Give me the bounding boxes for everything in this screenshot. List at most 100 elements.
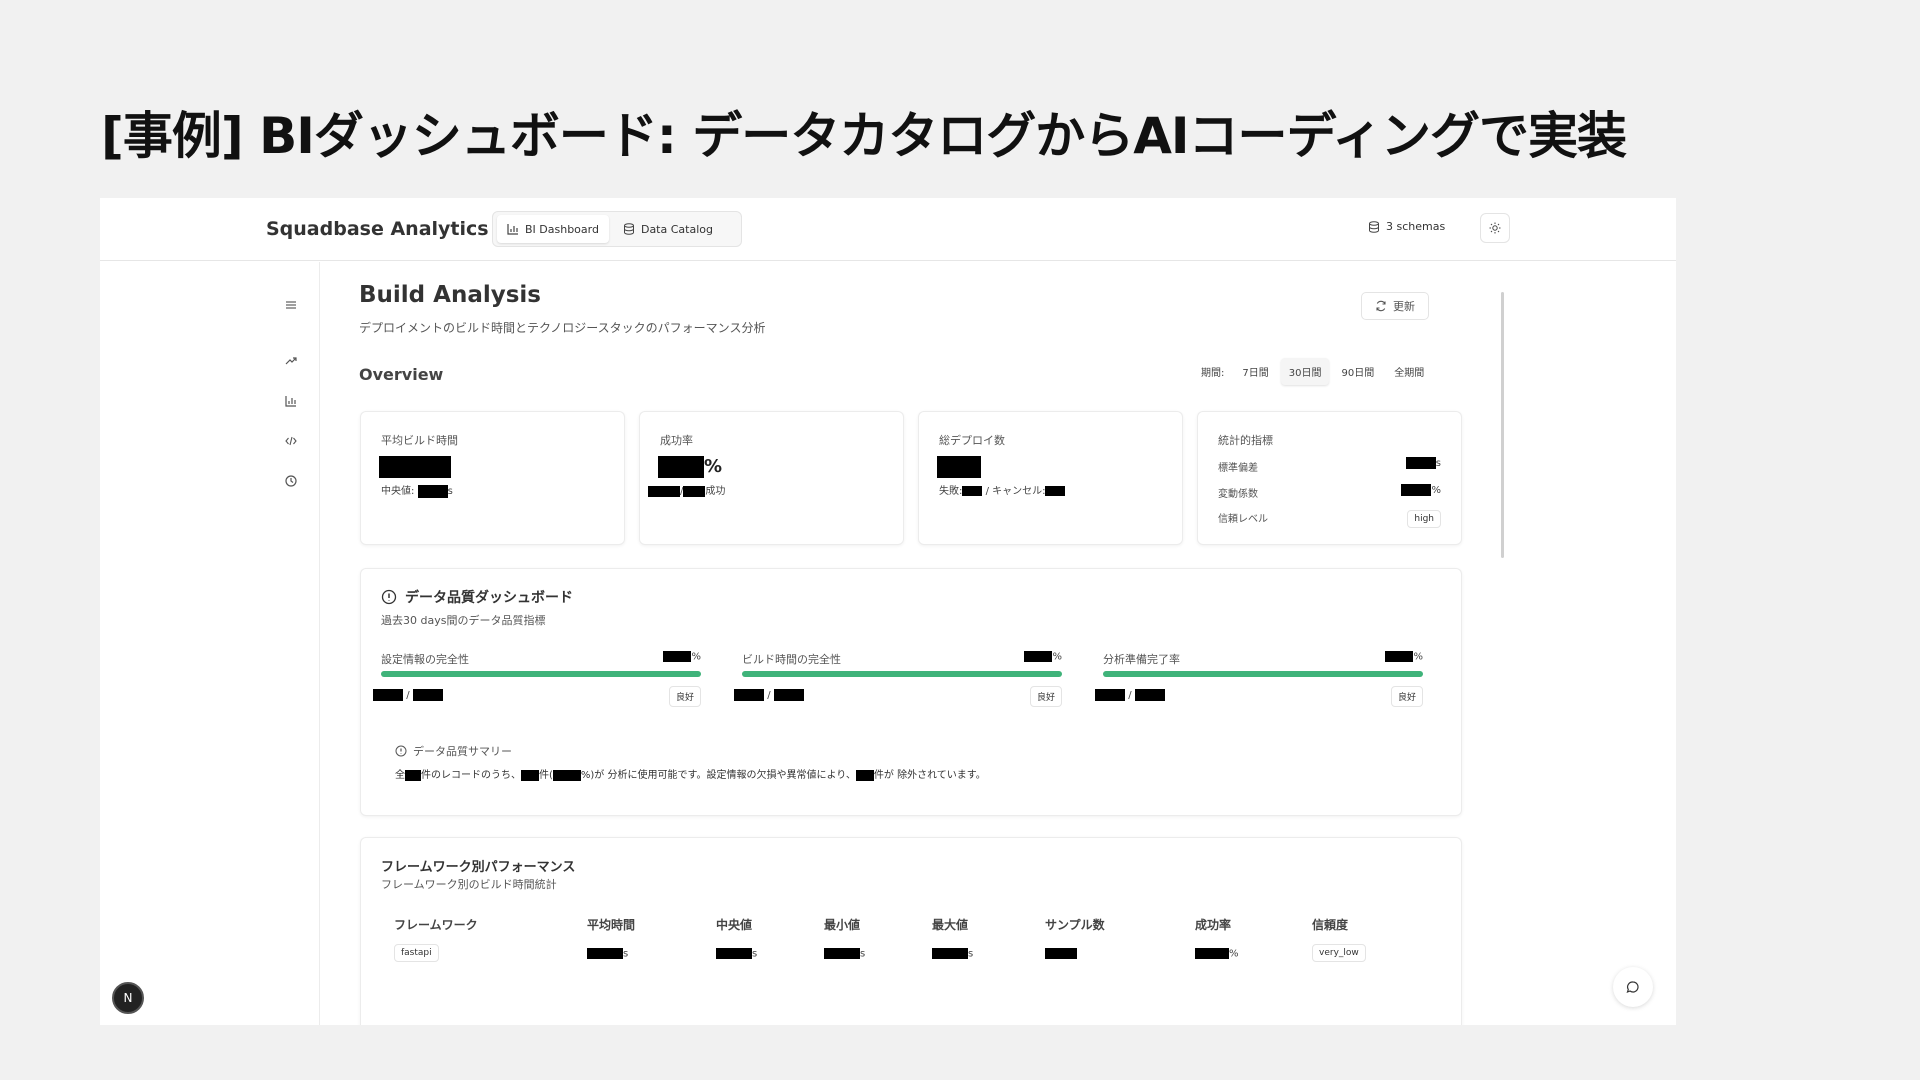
- stat-card-total-deploys: 総デプロイ数 失敗: / キャンセル:: [918, 411, 1183, 545]
- quality-metric-unit: %: [691, 651, 701, 663]
- redacted-value: [1405, 457, 1436, 469]
- dev-tools-badge[interactable]: N: [112, 982, 144, 1014]
- redacted-value: [1045, 486, 1066, 496]
- table-header[interactable]: 最小値: [824, 916, 860, 933]
- period-option-30d[interactable]: 30日間: [1280, 358, 1330, 385]
- data-quality-card: データ品質ダッシュボード 過去30 days間のデータ品質指標 設定情報の完全性…: [360, 568, 1462, 816]
- theme-toggle-button[interactable]: [1480, 213, 1510, 243]
- confidence-badge: high: [1407, 510, 1441, 528]
- quality-sep: /: [767, 690, 771, 701]
- cell-unit: %: [1229, 948, 1239, 960]
- redacted-value: [932, 948, 968, 959]
- redacted-value: [1385, 651, 1414, 662]
- cancel-label: / キャンセル:: [985, 486, 1046, 497]
- refresh-label: 更新: [1393, 300, 1415, 313]
- chat-button[interactable]: [1613, 967, 1653, 1007]
- cell-unit: s: [860, 948, 866, 960]
- schemas-label: 3 schemas: [1386, 220, 1446, 233]
- redacted-value: [587, 948, 623, 959]
- table-header[interactable]: 平均時間: [587, 916, 635, 933]
- period-selector: 期間: 7日間 30日間 90日間 全期間: [1201, 358, 1432, 385]
- framework-subtitle: フレームワーク別のビルド時間統計: [381, 878, 557, 891]
- stat-card-statistics: 統計的指標 標準偏差 s 変動係数 % 信頼レベル high: [1197, 411, 1462, 545]
- tab-data-catalog[interactable]: Data Catalog: [613, 215, 723, 243]
- metric-value-cv: %: [1401, 484, 1441, 496]
- stat-label: 統計的指標: [1218, 434, 1273, 447]
- redacted-value: [824, 948, 860, 959]
- main-tabs: BI Dashboard Data Catalog: [492, 211, 742, 247]
- quality-progress-bar: [742, 671, 1062, 677]
- quality-metric-build-time: ビルド時間の完全性 % / 良好: [734, 651, 1082, 711]
- quality-metric-unit: %: [1413, 651, 1423, 663]
- scrollbar[interactable]: [1501, 292, 1504, 558]
- stat-success-count: / 成功: [648, 482, 725, 497]
- redacted-value: [1401, 484, 1432, 496]
- redacted-value: [521, 769, 539, 781]
- summary-part: 全: [395, 770, 405, 781]
- metric-label-stddev: 標準偏差: [1218, 463, 1258, 474]
- database-icon: [1369, 220, 1379, 233]
- cell-unit: s: [752, 948, 758, 960]
- quality-subtitle: 過去30 days間のデータ品質指標: [381, 614, 546, 627]
- stat-card-success-rate: 成功率 % / 成功: [639, 411, 904, 545]
- redacted-value: [1024, 651, 1053, 662]
- redacted-value: [417, 484, 448, 498]
- period-label: 期間:: [1201, 368, 1225, 379]
- slide-title: [事例] BIダッシュボード: データカタログからAIコーディングで実装: [101, 107, 1627, 165]
- success-unit: %: [704, 456, 723, 477]
- schemas-indicator[interactable]: 3 schemas: [1368, 220, 1445, 233]
- quality-metric-config: 設定情報の完全性 % / 良好: [373, 651, 721, 711]
- redacted-value: [1134, 689, 1165, 701]
- quality-metric-value: %: [663, 651, 701, 663]
- period-option-90d[interactable]: 90日間: [1333, 358, 1382, 385]
- tab-bi-dashboard[interactable]: BI Dashboard: [497, 215, 609, 243]
- quality-metric-label: 設定情報の完全性: [381, 653, 469, 666]
- redacted-value: [773, 689, 804, 701]
- framework-title: フレームワーク別パフォーマンス: [381, 860, 576, 875]
- sidebar-item-trends[interactable]: [278, 348, 304, 374]
- summary-part: 件が 除外されています。: [873, 770, 986, 781]
- stat-value: [937, 456, 981, 478]
- tab-label: Data Catalog: [640, 222, 713, 236]
- stat-label: 総デプロイ数: [939, 434, 1005, 447]
- summary-part: 件(: [539, 770, 553, 781]
- sidebar-menu-button[interactable]: [278, 292, 304, 318]
- redacted-value: [855, 769, 874, 781]
- quality-metric-unit: %: [1052, 651, 1062, 663]
- redacted-value: [552, 769, 581, 781]
- top-bar: Squadbase Analytics BI Dashboard Data Ca…: [100, 198, 1676, 261]
- trending-up-icon: [285, 357, 297, 365]
- quality-sep: /: [406, 690, 410, 701]
- metric-label-cv: 変動係数: [1218, 489, 1258, 500]
- summary-part: 件のレコードのうち、: [421, 770, 521, 781]
- period-option-all[interactable]: 全期間: [1386, 358, 1432, 385]
- table-cell-framework: fastapi: [394, 944, 439, 962]
- redacted-value: [658, 456, 704, 478]
- stat-failures: 失敗: / キャンセル:: [939, 482, 1066, 497]
- summary-title-text: データ品質サマリー: [413, 745, 512, 758]
- table-header[interactable]: フレームワーク: [394, 916, 478, 933]
- table-header[interactable]: 中央値: [716, 916, 752, 933]
- redacted-value: [373, 689, 403, 701]
- period-option-7d[interactable]: 7日間: [1234, 358, 1276, 385]
- table-header[interactable]: 信頼度: [1312, 916, 1348, 933]
- table-header[interactable]: サンプル数: [1045, 916, 1105, 933]
- success-suffix: 成功: [705, 486, 726, 497]
- quality-progress-fill: [742, 671, 1062, 677]
- refresh-icon: [1376, 300, 1386, 312]
- metric-unit: s: [1435, 458, 1441, 469]
- table-header[interactable]: 最大値: [932, 916, 968, 933]
- framework-performance-card: フレームワーク別パフォーマンス フレームワーク別のビルド時間統計 フレームワーク…: [360, 837, 1462, 1025]
- redacted-value: [405, 769, 421, 781]
- quality-progress-fill: [381, 671, 701, 677]
- table-cell-median: s: [716, 948, 757, 960]
- sidebar-item-history[interactable]: [278, 468, 304, 494]
- sidebar-item-charts[interactable]: [278, 388, 304, 414]
- table-cell-success-rate: %: [1195, 948, 1239, 960]
- table-header[interactable]: 成功率: [1195, 916, 1231, 933]
- redacted-value: [683, 485, 706, 497]
- median-unit: s: [447, 486, 453, 497]
- refresh-button[interactable]: 更新: [1361, 292, 1429, 320]
- sidebar-item-code[interactable]: [278, 428, 304, 454]
- cell-unit: s: [968, 948, 974, 960]
